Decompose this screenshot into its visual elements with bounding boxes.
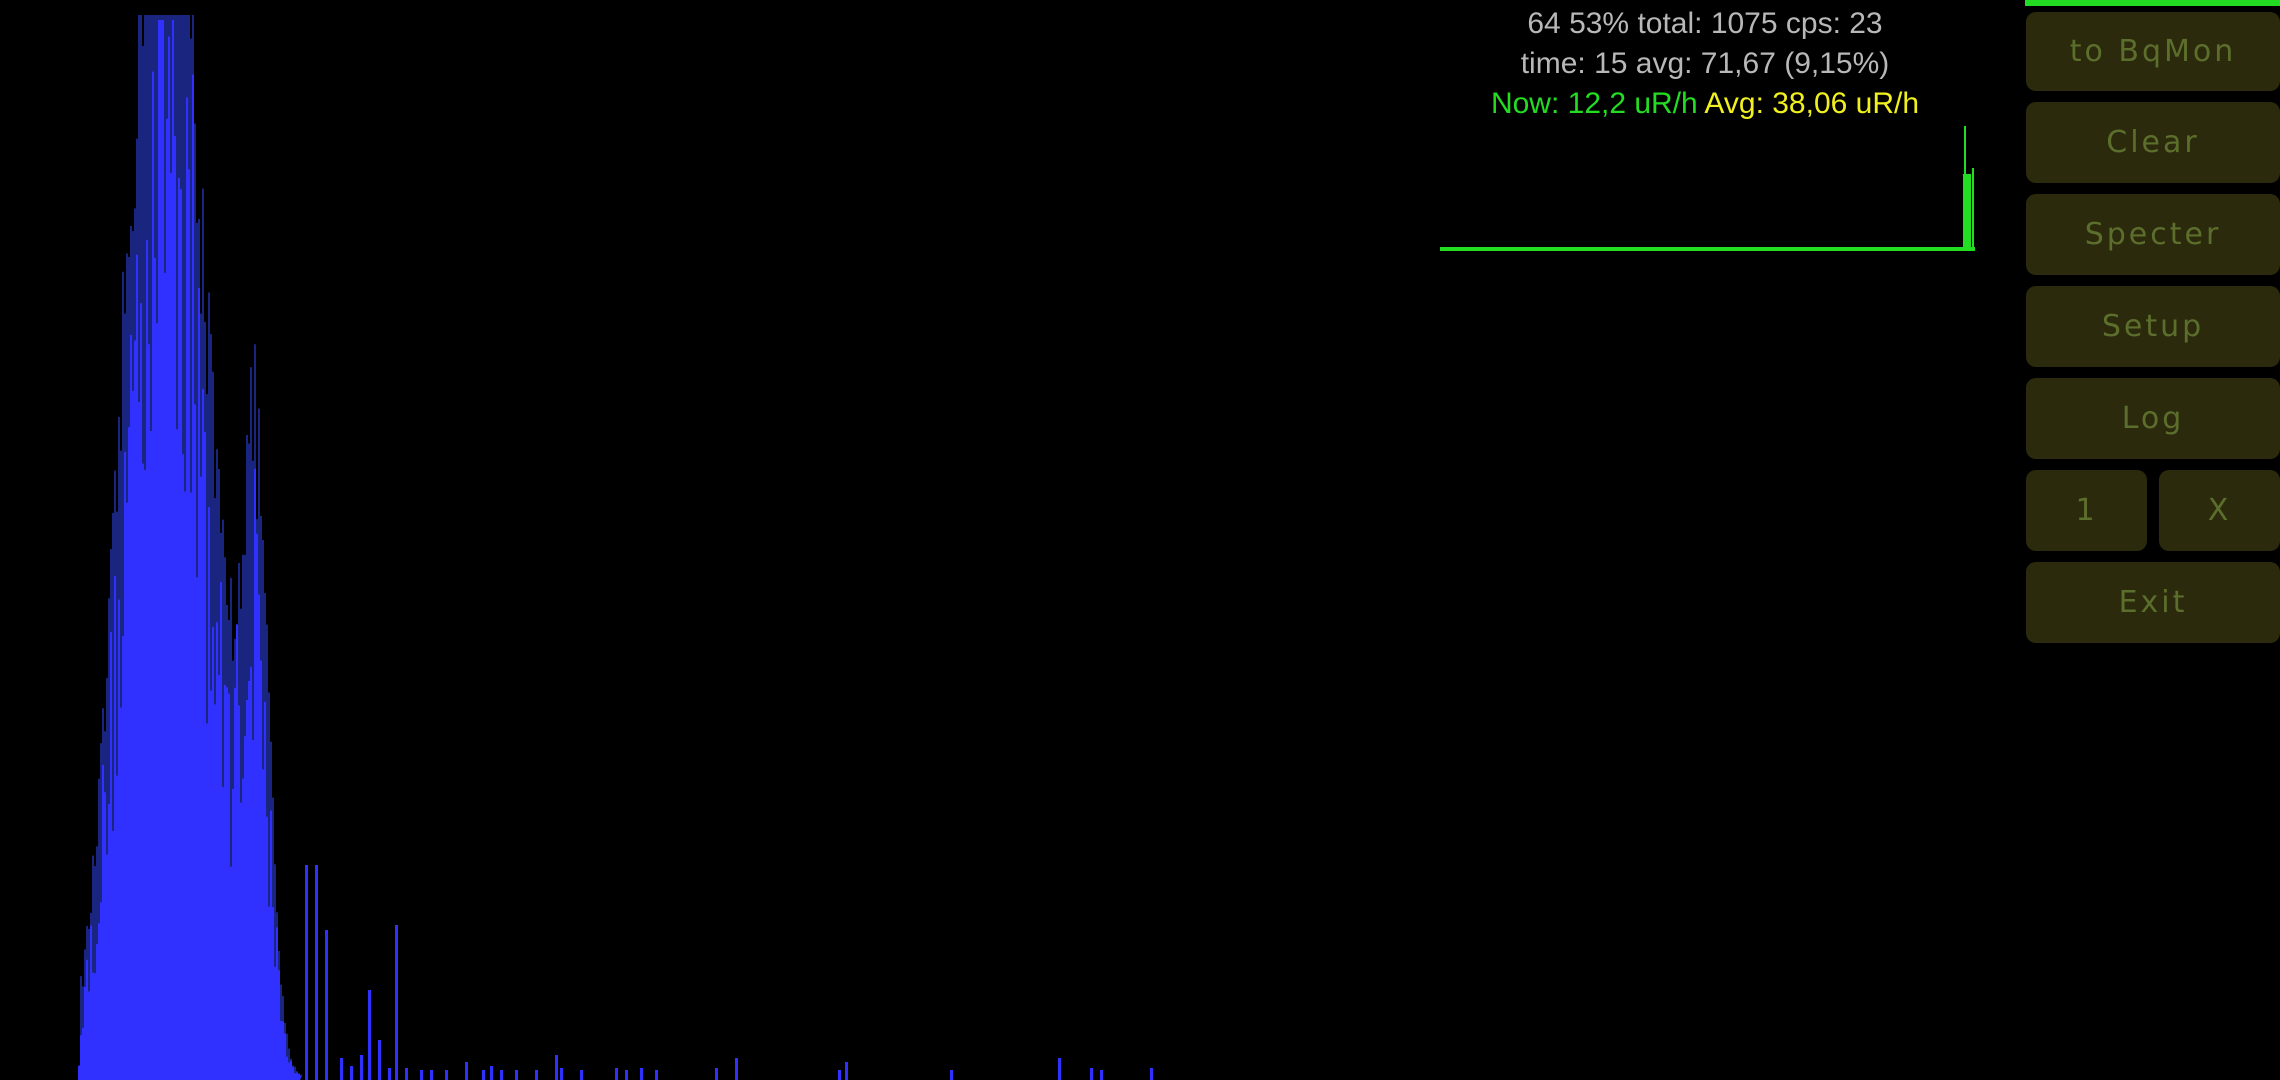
stats-panel: 64 53% total: 1075 cps: 23 time: 15 avg:… (1380, 4, 2030, 124)
spectrum-tail-bar (350, 1066, 353, 1080)
spectrum-tail-bar (640, 1068, 643, 1080)
spectrum-tail-bar (378, 1040, 381, 1080)
spectrum-tail-bar (305, 865, 308, 1080)
spectrum-tail-bar (360, 1055, 363, 1080)
spectrum-tail-bar (615, 1068, 618, 1080)
spectrum-tail-bar (838, 1070, 841, 1080)
spectrum-tail-bar (560, 1068, 563, 1080)
spectrum-tail-bar (325, 930, 328, 1080)
spectrum-tail-bar (405, 1068, 408, 1080)
spectrum-tail-bar (580, 1070, 583, 1080)
dose-avg: Avg: 38,06 uR/h (1704, 87, 1920, 120)
to-bqmon-button[interactable]: to BqMon (2026, 12, 2280, 91)
spectrum-tail-bar (1090, 1068, 1093, 1080)
spectrum-tail-bar (535, 1070, 538, 1080)
spectrum-tail-bar (515, 1070, 518, 1080)
clear-button[interactable]: Clear (2026, 102, 2280, 183)
spectrum-tail-bar (315, 865, 318, 1080)
dose-rate-line: Now: 12,2 uR/h Avg: 38,06 uR/h (1380, 84, 2030, 124)
status-indicator-bar (2025, 0, 2280, 6)
log-button[interactable]: Log (2026, 378, 2280, 459)
spectrum-tail-bar (490, 1066, 493, 1080)
spectrum-tail-bar (735, 1058, 738, 1080)
spectrum-tail-bar (445, 1070, 448, 1080)
spectrum-tail-bar (388, 1068, 391, 1080)
stats-total-line: 64 53% total: 1075 cps: 23 (1527, 7, 1883, 40)
energy-spectrum-plot (78, 15, 1153, 1080)
spectrum-tail-bar (555, 1055, 558, 1080)
spectrum-tail-bar (715, 1068, 718, 1080)
spectrum-tail-bar (1100, 1070, 1103, 1080)
spectrum-tail-bar (845, 1062, 848, 1080)
spectrum-tail-bar (465, 1062, 468, 1080)
setup-button[interactable]: Setup (2026, 286, 2280, 367)
dose-history-graph (1440, 126, 1975, 251)
spectrum-tail-bar (500, 1070, 503, 1080)
dose-now: Now: 12,2 uR/h (1490, 87, 1698, 120)
exit-button[interactable]: Exit (2026, 562, 2280, 643)
spectrum-tail-bar (625, 1070, 628, 1080)
spectrum-tail-bar (430, 1070, 433, 1080)
spectrum-tail-bar (655, 1070, 658, 1080)
specter-button[interactable]: Specter (2026, 194, 2280, 275)
x-button[interactable]: X (2159, 470, 2280, 551)
app-screen: 64 53% total: 1075 cps: 23 time: 15 avg:… (0, 0, 2280, 1080)
spectrum-tail-bar (368, 990, 371, 1080)
stats-time-line: time: 15 avg: 71,67 (9,15%) (1520, 47, 1890, 80)
spectrum-tail-bar (395, 925, 398, 1080)
spectrum-tail-bar (1058, 1058, 1061, 1080)
spectrum-tail-bar (482, 1070, 485, 1080)
spectrum-tail-bar (950, 1070, 953, 1080)
spectrum-tail-bar (420, 1070, 423, 1080)
one-button[interactable]: 1 (2026, 470, 2147, 551)
spectrum-tail-bar (1150, 1068, 1153, 1080)
spectrum-tail-bar (340, 1058, 343, 1080)
